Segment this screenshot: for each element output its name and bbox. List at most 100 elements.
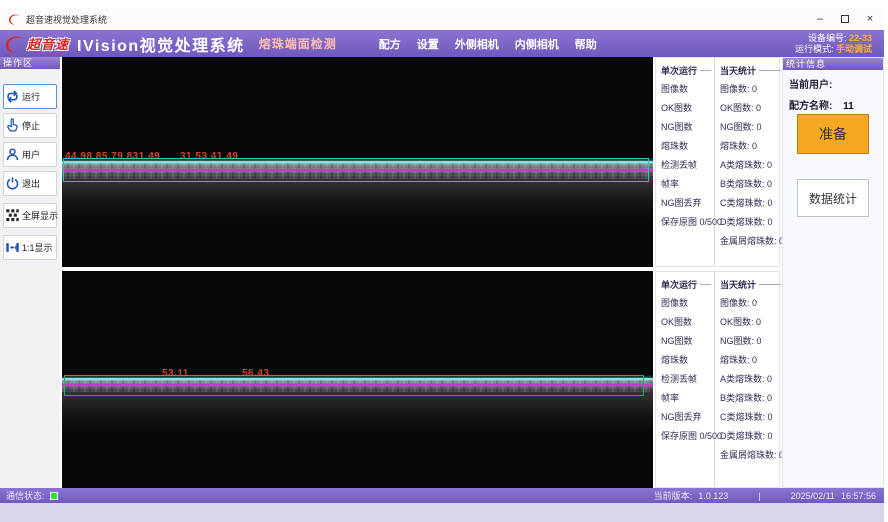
run-button-label: 运行 (22, 90, 40, 103)
status-time: 16:57:56 (841, 491, 876, 501)
fullscreen-button[interactable]: 全屏显示 (3, 203, 57, 228)
beam-glow (62, 392, 653, 434)
user-icon (5, 147, 20, 162)
close-icon[interactable]: × (862, 11, 878, 27)
today-title: 当天统计 (720, 64, 756, 77)
power-icon (5, 176, 20, 191)
comm-status-label: 通信状态: (6, 489, 45, 502)
stat-row: 熔珠数 (661, 140, 714, 159)
info-panel: 统计信息 当前用户: 配方名称: 11 准备 数据统计 (782, 57, 884, 488)
user-button[interactable]: 用户 (3, 142, 57, 167)
exit-button[interactable]: 退出 (3, 171, 57, 196)
stat-row: 图像数: 0 (720, 83, 784, 102)
today-column: 当天统计 图像数: 0 OK图数: 0 NG图数: 0 熔珠数: 0 A类熔珠数… (715, 58, 784, 266)
stat-row: C类熔珠数: 0 (720, 411, 784, 430)
run-button[interactable]: 运行 (3, 84, 57, 109)
stat-row: 帧率 (661, 178, 714, 197)
single-run-column: 单次运行 图像数 OK图数 NG图数 熔珠数 检测丢帧 帧率 NG图丢弃 保存原… (656, 272, 715, 487)
stat-row: NG图丢弃 (661, 197, 714, 216)
roi-rectangle (63, 158, 649, 182)
beam-glow (62, 179, 653, 221)
camera-view-outer[interactable]: 44.98 85.79 831.49 31.53 41.49 (62, 57, 653, 267)
main-menu: 配方 设置 外侧相机 内侧相机 帮助 (379, 36, 597, 52)
stat-row: 检测丢帧 (661, 159, 714, 178)
device-number-label: 设备编号: (808, 33, 847, 43)
menu-item-outer-camera[interactable]: 外侧相机 (455, 36, 499, 52)
desktop-strip (0, 503, 888, 522)
stat-row: 金属屑熔珠数: 0 (720, 235, 784, 254)
minimize-icon[interactable]: – (812, 11, 828, 27)
page-title: IVision视觉处理系统 (77, 32, 245, 56)
camera-view-inner[interactable]: 53.11 56.43 (62, 271, 653, 488)
stat-row: NG图数 (661, 335, 714, 354)
stat-row: OK图数: 0 (720, 102, 784, 121)
stat-row: D类熔珠数: 0 (720, 430, 784, 449)
single-run-column: 单次运行 图像数 OK图数 NG图数 熔珠数 检测丢帧 帧率 NG图丢弃 保存原… (656, 58, 715, 266)
device-info: 设备编号: 22-33 运行模式: 手动调试 (795, 33, 872, 55)
menu-item-inner-camera[interactable]: 内侧相机 (515, 36, 559, 52)
stop-button-label: 停止 (22, 119, 40, 132)
fullscreen-grid-icon (5, 208, 20, 223)
stat-row: OK图数 (661, 102, 714, 121)
device-number-value: 22-33 (849, 33, 872, 43)
stat-row: D类熔珠数: 0 (720, 216, 784, 235)
stat-row: 帧率 (661, 392, 714, 411)
stop-button[interactable]: 停止 (3, 113, 57, 138)
exit-button-label: 退出 (22, 177, 40, 190)
version-label: 当前版本: (654, 489, 693, 502)
app-header: 超音速 IVision视觉处理系统 熔珠端面检测 配方 设置 外侧相机 内侧相机… (0, 30, 884, 57)
current-user-label: 当前用户: (789, 80, 832, 91)
menu-item-help[interactable]: 帮助 (575, 36, 597, 52)
run-mode-value: 手动调试 (836, 44, 872, 54)
stat-row: NG图丢弃 (661, 411, 714, 430)
stat-row: 保存原图 0/500 (661, 216, 714, 235)
stat-row: 保存原图 0/500 (661, 430, 714, 449)
roi-rectangle (64, 375, 644, 396)
single-run-title: 单次运行 (661, 278, 697, 291)
stat-row: 金属屑熔珠数: 0 (720, 449, 784, 468)
one-to-one-button[interactable]: 1:1显示 (3, 235, 57, 260)
brand-swoosh-icon (3, 34, 27, 54)
today-column: 当天统计 图像数: 0 OK图数: 0 NG图数: 0 熔珠数: 0 A类熔珠数… (715, 272, 784, 487)
app-logo-icon (8, 13, 21, 26)
status-bar: 通信状态: 当前版本: 1.0.123 | 2025/02/11 16:57:5… (0, 488, 884, 503)
comm-status-led (50, 492, 58, 500)
restore-icon[interactable] (837, 11, 853, 27)
window-title: 超音速视觉处理系统 (26, 13, 107, 26)
stat-row: 熔珠数 (661, 354, 714, 373)
stats-panel-bottom: 单次运行 图像数 OK图数 NG图数 熔珠数 检测丢帧 帧率 NG图丢弃 保存原… (655, 271, 780, 488)
menu-item-settings[interactable]: 设置 (417, 36, 439, 52)
stat-row: OK图数: 0 (720, 316, 784, 335)
status-divider: | (758, 491, 760, 501)
stat-row: NG图数: 0 (720, 121, 784, 140)
stat-row: OK图数 (661, 316, 714, 335)
stat-row: 熔珠数: 0 (720, 140, 784, 159)
data-statistics-button[interactable]: 数据统计 (797, 179, 869, 217)
sidebar-caption: 操作区 (0, 57, 60, 69)
window-titlebar: 超音速视觉处理系统 – × (0, 8, 884, 30)
brand-name: 超音速 (27, 34, 69, 53)
menu-item-recipe[interactable]: 配方 (379, 36, 401, 52)
recipe-name-value: 11 (843, 101, 854, 112)
page-subtitle: 熔珠端面检测 (259, 35, 337, 52)
stat-row: C类熔珠数: 0 (720, 197, 784, 216)
version-value: 1.0.123 (698, 491, 728, 501)
prepare-button[interactable]: 准备 (797, 114, 869, 154)
info-panel-caption: 统计信息 (783, 58, 883, 70)
stat-row: 图像数 (661, 297, 714, 316)
one-to-one-button-label: 1:1显示 (22, 241, 53, 254)
operation-sidebar: 操作区 运行 停止 用户 退出 (0, 57, 60, 488)
single-run-title: 单次运行 (661, 64, 697, 77)
user-button-label: 用户 (22, 148, 40, 161)
run-mode-label: 运行模式: (795, 44, 834, 54)
stat-row: B类熔珠数: 0 (720, 178, 784, 197)
stat-row: A类熔珠数: 0 (720, 159, 784, 178)
hand-stop-icon (5, 118, 20, 133)
stat-row: B类熔珠数: 0 (720, 392, 784, 411)
brand-logo: 超音速 (3, 34, 69, 54)
stat-row: A类熔珠数: 0 (720, 373, 784, 392)
stat-row: 检测丢帧 (661, 373, 714, 392)
stat-row: 图像数 (661, 83, 714, 102)
stat-row: NG图数 (661, 121, 714, 140)
stat-row: 熔珠数: 0 (720, 354, 784, 373)
